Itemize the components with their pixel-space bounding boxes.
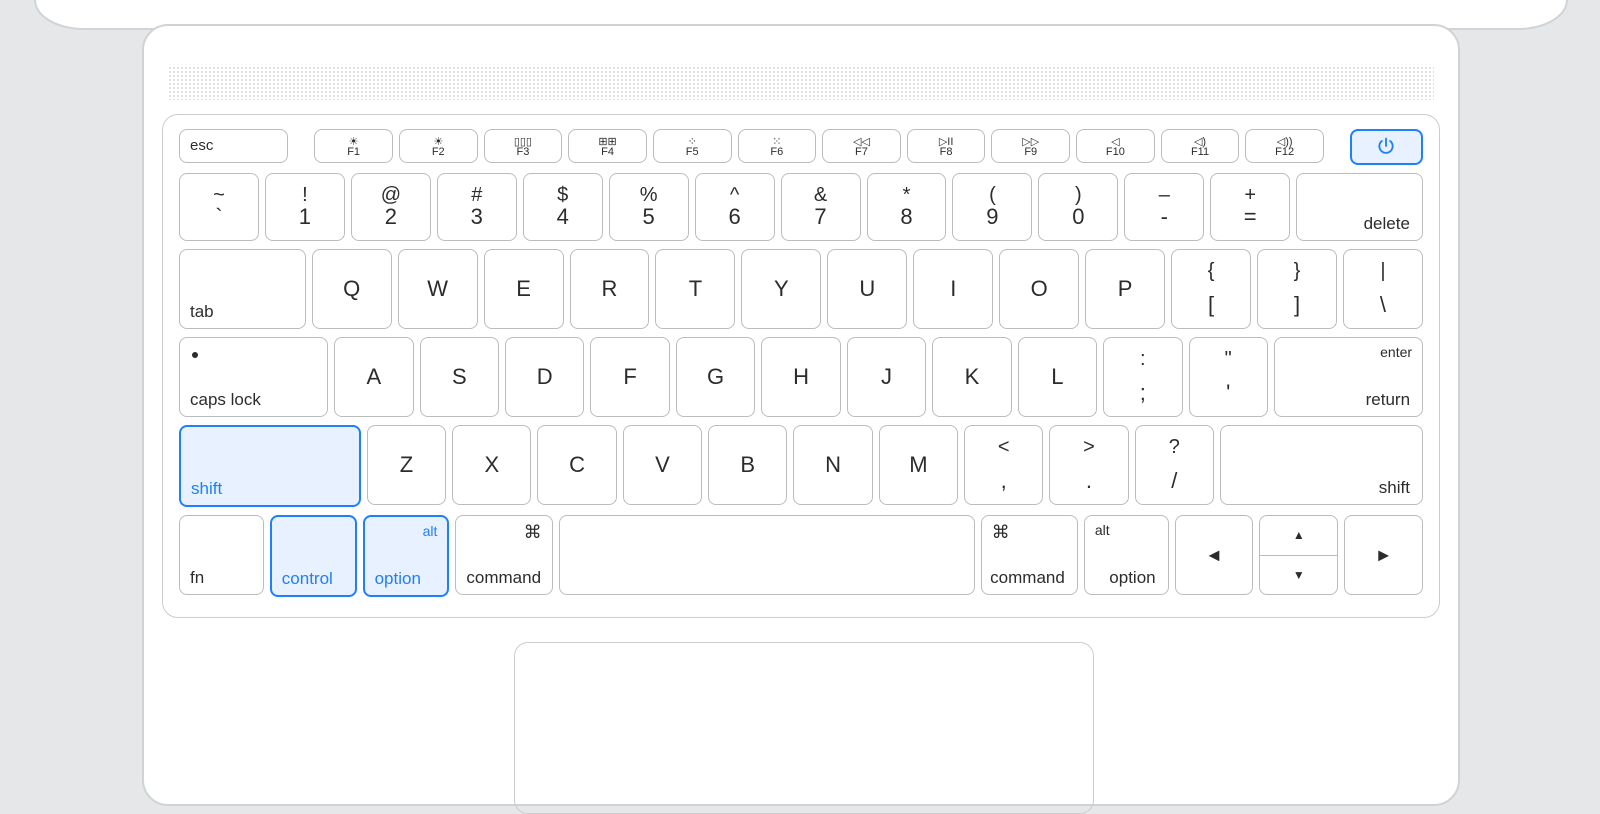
key-arrow-left[interactable]: ◀	[1175, 515, 1254, 595]
key-5[interactable]: %5	[609, 173, 689, 241]
key-power[interactable]	[1350, 129, 1423, 165]
arrow-left-icon: ◀	[1176, 547, 1253, 564]
function-row: esc ☀F1 ☀F2 ▯▯▯F3 ⊞⊞F4 ⁘F5 ⁙F6 ◁◁F7 ▷IIF…	[179, 129, 1423, 165]
key-6[interactable]: ^6	[695, 173, 775, 241]
arrow-cluster: ◀ ▲ ▼ ▶	[1175, 515, 1423, 597]
key-right-shift[interactable]: shift	[1220, 425, 1423, 505]
key-f4[interactable]: ⊞⊞F4	[568, 129, 647, 163]
key-r[interactable]: R	[570, 249, 650, 329]
command-icon: ⌘	[992, 522, 1010, 543]
caps-indicator-icon	[192, 352, 198, 358]
arrow-right-icon: ▶	[1345, 547, 1422, 564]
key-c[interactable]: C	[537, 425, 616, 505]
key-caps-lock[interactable]: caps lock	[179, 337, 328, 417]
key-fn[interactable]: fn	[179, 515, 264, 595]
key-f[interactable]: F	[590, 337, 669, 417]
laptop-body: esc ☀F1 ☀F2 ▯▯▯F3 ⊞⊞F4 ⁘F5 ⁙F6 ◁◁F7 ▷IIF…	[142, 24, 1460, 806]
key-f12[interactable]: ◁))F12	[1245, 129, 1324, 163]
key-f11[interactable]: ◁)F11	[1161, 129, 1240, 163]
key-space[interactable]	[559, 515, 975, 595]
key-v[interactable]: V	[623, 425, 702, 505]
key-return[interactable]: enterreturn	[1274, 337, 1423, 417]
key-o[interactable]: O	[999, 249, 1079, 329]
key-u[interactable]: U	[827, 249, 907, 329]
key-s[interactable]: S	[420, 337, 499, 417]
key-0[interactable]: )0	[1038, 173, 1118, 241]
key-right-bracket[interactable]: }]	[1257, 249, 1337, 329]
key-backslash[interactable]: |\	[1343, 249, 1423, 329]
key-g[interactable]: G	[676, 337, 755, 417]
key-slash[interactable]: ?/	[1135, 425, 1214, 505]
key-9[interactable]: (9	[952, 173, 1032, 241]
key-3[interactable]: #3	[437, 173, 517, 241]
key-delete[interactable]: delete	[1296, 173, 1423, 241]
home-row: caps lock A S D F G H J K L :; "' enterr…	[179, 337, 1423, 417]
key-f7[interactable]: ◁◁F7	[822, 129, 901, 163]
key-right-option[interactable]: altoption	[1084, 515, 1169, 595]
key-4[interactable]: $4	[523, 173, 603, 241]
arrow-down-icon: ▼	[1260, 568, 1337, 582]
key-left-option[interactable]: altoption	[363, 515, 450, 597]
key-i[interactable]: I	[913, 249, 993, 329]
key-7[interactable]: &7	[781, 173, 861, 241]
key-tab[interactable]: tab	[179, 249, 306, 329]
key-w[interactable]: W	[398, 249, 478, 329]
key-1[interactable]: !1	[265, 173, 345, 241]
key-left-control[interactable]: control	[270, 515, 357, 597]
key-x[interactable]: X	[452, 425, 531, 505]
key-8[interactable]: *8	[867, 173, 947, 241]
key-esc-label: esc	[190, 137, 213, 154]
key-esc[interactable]: esc	[179, 129, 288, 163]
key-left-bracket[interactable]: {[	[1171, 249, 1251, 329]
key-f9[interactable]: ▷▷F9	[991, 129, 1070, 163]
key-p[interactable]: P	[1085, 249, 1165, 329]
key-semicolon[interactable]: :;	[1103, 337, 1182, 417]
arrow-up-icon: ▲	[1260, 528, 1337, 542]
speaker-grille	[168, 66, 1434, 100]
key-equals[interactable]: +=	[1210, 173, 1290, 241]
key-d[interactable]: D	[505, 337, 584, 417]
key-l[interactable]: L	[1018, 337, 1097, 417]
key-a[interactable]: A	[334, 337, 413, 417]
command-icon: ⌘	[524, 522, 542, 543]
key-e[interactable]: E	[484, 249, 564, 329]
key-f8[interactable]: ▷IIF8	[907, 129, 986, 163]
key-minus[interactable]: –-	[1124, 173, 1204, 241]
key-grave[interactable]: ~`	[179, 173, 259, 241]
key-quote[interactable]: "'	[1189, 337, 1268, 417]
key-y[interactable]: Y	[741, 249, 821, 329]
keyboard-well: esc ☀F1 ☀F2 ▯▯▯F3 ⊞⊞F4 ⁘F5 ⁙F6 ◁◁F7 ▷IIF…	[162, 114, 1440, 618]
power-icon	[1352, 136, 1421, 156]
key-b[interactable]: B	[708, 425, 787, 505]
shift-row: shift Z X C V B N M <, >. ?/ shift	[179, 425, 1423, 507]
key-f3[interactable]: ▯▯▯F3	[484, 129, 563, 163]
key-f2[interactable]: ☀F2	[399, 129, 478, 163]
key-left-shift[interactable]: shift	[179, 425, 361, 507]
key-f1[interactable]: ☀F1	[314, 129, 393, 163]
key-q[interactable]: Q	[312, 249, 392, 329]
key-left-command[interactable]: ⌘command	[455, 515, 552, 595]
key-n[interactable]: N	[793, 425, 872, 505]
key-t[interactable]: T	[655, 249, 735, 329]
qwerty-row: tab Q W E R T Y U I O P {[ }] |\	[179, 249, 1423, 329]
key-f10[interactable]: ◁F10	[1076, 129, 1155, 163]
key-j[interactable]: J	[847, 337, 926, 417]
key-arrow-up-down[interactable]: ▲ ▼	[1259, 515, 1338, 595]
key-comma[interactable]: <,	[964, 425, 1043, 505]
key-arrow-right[interactable]: ▶	[1344, 515, 1423, 595]
key-m[interactable]: M	[879, 425, 958, 505]
key-2[interactable]: @2	[351, 173, 431, 241]
modifier-row: fn control altoption ⌘command ⌘command a…	[179, 515, 1423, 597]
key-period[interactable]: >.	[1049, 425, 1128, 505]
key-k[interactable]: K	[932, 337, 1011, 417]
key-right-command[interactable]: ⌘command	[981, 515, 1078, 595]
key-z[interactable]: Z	[367, 425, 446, 505]
key-f6[interactable]: ⁙F6	[738, 129, 817, 163]
number-row: ~` !1 @2 #3 $4 %5 ^6 &7 *8 (9 )0 –- += d…	[179, 173, 1423, 241]
trackpad[interactable]	[514, 642, 1094, 814]
key-f5[interactable]: ⁘F5	[653, 129, 732, 163]
key-h[interactable]: H	[761, 337, 840, 417]
